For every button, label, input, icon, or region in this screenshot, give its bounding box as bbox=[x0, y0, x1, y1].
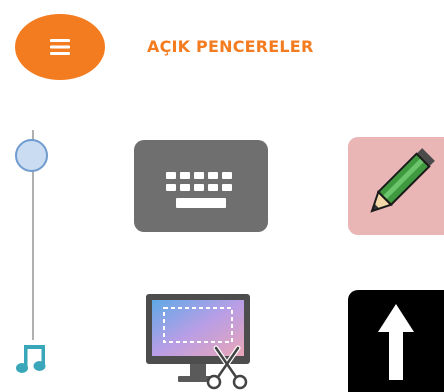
screen-snip-tile[interactable] bbox=[146, 292, 256, 392]
pencil-tile[interactable] bbox=[348, 137, 444, 235]
keyboard-tile[interactable] bbox=[134, 140, 268, 232]
screen-snip-icon bbox=[146, 294, 250, 390]
hamburger-menu-icon bbox=[50, 39, 70, 55]
up-arrow-icon bbox=[378, 304, 414, 380]
keyboard-icon bbox=[166, 172, 232, 208]
pencil-icon bbox=[370, 148, 435, 213]
page-title: AÇIK PENCERELER bbox=[147, 37, 314, 56]
music-note-icon bbox=[15, 343, 49, 375]
menu-button[interactable] bbox=[15, 14, 105, 80]
up-arrow-tile[interactable] bbox=[348, 290, 444, 392]
slider-thumb[interactable] bbox=[15, 139, 48, 172]
